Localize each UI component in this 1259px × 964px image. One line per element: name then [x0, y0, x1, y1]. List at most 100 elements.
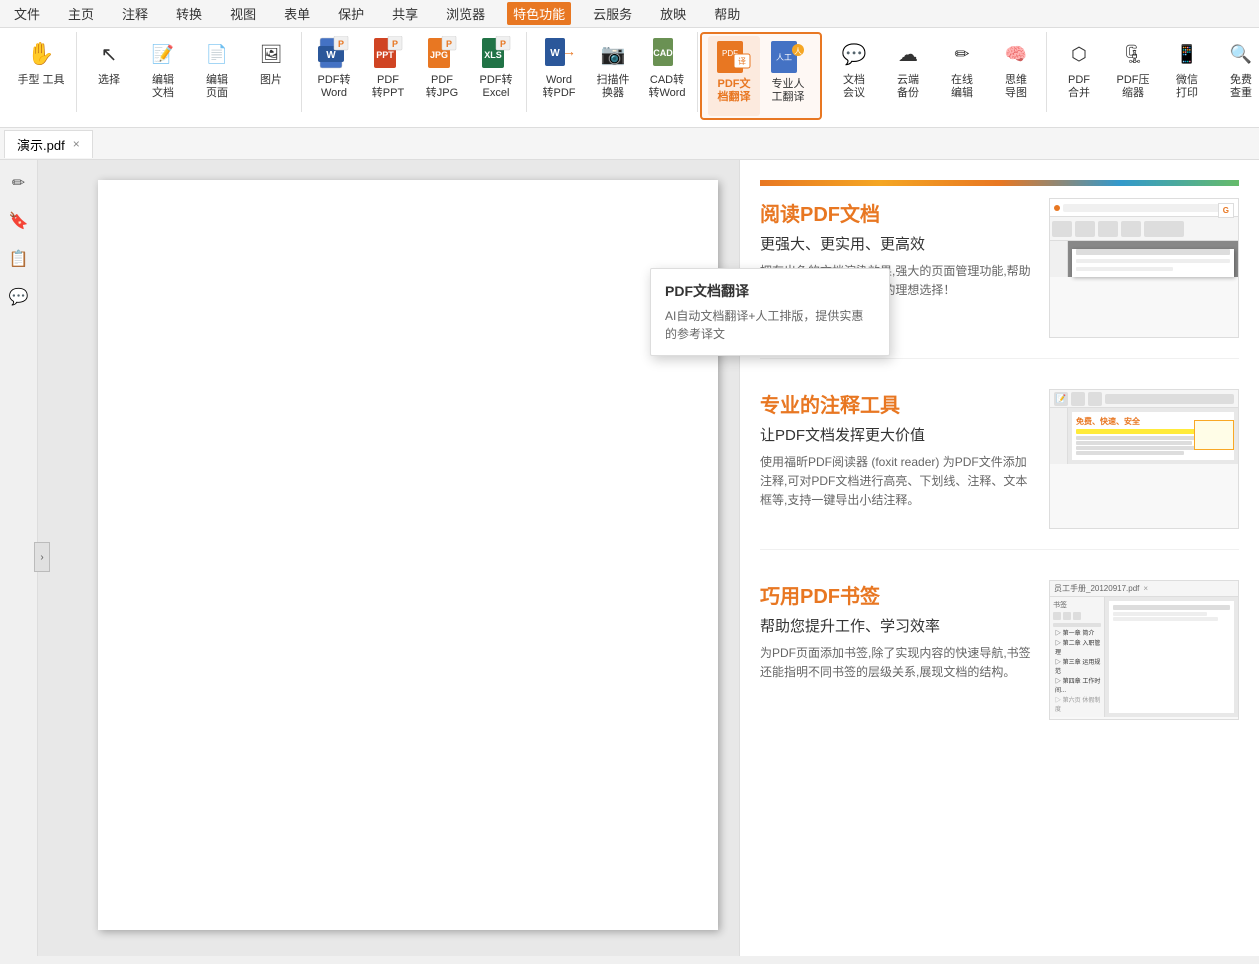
- pdf-to-jpg-label: PDF转JPG: [426, 74, 458, 100]
- main-area: ✏ 🔖 📋 💬 › 阅读PDF文档 更强大、更实用、更高效 拥有出色的文档渲染效…: [0, 160, 1259, 956]
- svg-text:W: W: [550, 48, 560, 59]
- wechat-print-button[interactable]: 📱 微信打印: [1161, 32, 1213, 112]
- svg-text:P: P: [446, 39, 452, 49]
- pdf-merge-icon: ⬡: [1061, 36, 1097, 72]
- tooltip-title: PDF文档翻译: [665, 281, 875, 301]
- menu-home[interactable]: 主页: [62, 2, 100, 25]
- menu-file[interactable]: 文件: [8, 2, 46, 25]
- menu-play[interactable]: 放映: [654, 2, 692, 25]
- pdf-page: [98, 180, 718, 930]
- mindmap-button[interactable]: 🧠 思维导图: [990, 32, 1042, 112]
- pdf-to-jpg-icon: JPG P: [424, 36, 460, 72]
- select-label: 选择: [98, 74, 120, 87]
- wechat-print-icon: 📱: [1169, 36, 1205, 72]
- online-edit-button[interactable]: ✏ 在线编辑: [936, 32, 988, 112]
- pdf-to-excel-button[interactable]: XLS P PDF转Excel: [470, 32, 522, 112]
- svg-text:人: 人: [794, 47, 802, 56]
- pdf-tab[interactable]: 演示.pdf ×: [4, 130, 93, 158]
- section-bookmark-text: 巧用PDF书签 帮助您提升工作、学习效率 为PDF页面添加书签,除了实现内容的快…: [760, 580, 1033, 682]
- section-annotation: 专业的注释工具 让PDF文档发挥更大价值 使用福昕PDF阅读器 (foxit r…: [760, 389, 1239, 550]
- svg-text:译: 译: [738, 57, 746, 66]
- edit-doc-label: 编辑文档: [152, 74, 174, 100]
- pdf-to-word-button[interactable]: W P PDF转Word: [308, 32, 360, 112]
- pdf-compress-button[interactable]: 🗜 PDF压缩器: [1107, 32, 1159, 112]
- free-check-button[interactable]: 🔍 免费查重: [1215, 32, 1259, 112]
- svg-text:W: W: [326, 50, 336, 61]
- section-read-subtitle: 更强大、更实用、更高效: [760, 233, 1033, 254]
- svg-text:P: P: [500, 39, 506, 49]
- menu-special[interactable]: 特色功能: [507, 2, 571, 25]
- section-annotation-text: 专业的注释工具 让PDF文档发挥更大价值 使用福昕PDF阅读器 (foxit r…: [760, 389, 1033, 511]
- ribbon-group-to-pdf: W → Word转PDF 📷 扫描件换器 CAD CAD转转Word: [529, 32, 698, 112]
- pdf-translate-button[interactable]: PDF 译 PDF文档翻译: [708, 36, 760, 116]
- section-read-title: 阅读PDF文档: [760, 198, 1033, 227]
- pdf-to-excel-label: PDF转Excel: [480, 74, 513, 100]
- scan-icon: 📷: [595, 36, 631, 72]
- hand-tool-label: 手型 工具: [17, 74, 64, 87]
- scan-button[interactable]: 📷 扫描件换器: [587, 32, 639, 112]
- free-check-icon: 🔍: [1223, 36, 1259, 72]
- doc-meeting-icon: 💬: [836, 36, 872, 72]
- wechat-print-label: 微信打印: [1176, 74, 1198, 100]
- hand-tool-button[interactable]: ✋ 手型 工具: [10, 32, 72, 112]
- menu-share[interactable]: 共享: [386, 2, 424, 25]
- sidebar-edit-icon[interactable]: ✏: [4, 168, 34, 198]
- cad-to-word-button[interactable]: CAD CAD转转Word: [641, 32, 693, 112]
- human-translate-button[interactable]: 人工 人 专业人工翻译: [762, 36, 814, 116]
- picture-button[interactable]: 🖼 图片: [245, 32, 297, 112]
- edit-page-button[interactable]: 📄 编辑页面: [191, 32, 243, 112]
- pdf-merge-label: PDF合并: [1068, 74, 1090, 100]
- section-annotation-subtitle: 让PDF文档发挥更大价值: [760, 424, 1033, 445]
- svg-text:人工: 人工: [776, 53, 792, 62]
- menu-protect[interactable]: 保护: [332, 2, 370, 25]
- edit-doc-button[interactable]: 📝 编辑文档: [137, 32, 189, 112]
- pdf-to-ppt-button[interactable]: PPT P PDF转PPT: [362, 32, 414, 112]
- menu-form[interactable]: 表单: [278, 2, 316, 25]
- ribbon-group-edit: ↖ 选择 📝 编辑文档 📄 编辑页面 🖼 图片: [79, 32, 302, 112]
- pdf-merge-button[interactable]: ⬡ PDF合并: [1053, 32, 1105, 112]
- human-translate-label: 专业人工翻译: [772, 78, 805, 104]
- menu-comment[interactable]: 注释: [116, 2, 154, 25]
- sidebar-bookmark-icon[interactable]: 🔖: [4, 206, 34, 236]
- cloud-backup-button[interactable]: ☁ 云端备份: [882, 32, 934, 112]
- sidebar-comment-icon[interactable]: 💬: [4, 282, 34, 312]
- menu-convert[interactable]: 转换: [170, 2, 208, 25]
- hand-icon: ✋: [23, 36, 59, 72]
- sidebar-pages-icon[interactable]: 📋: [4, 244, 34, 274]
- section-annotation-title: 专业的注释工具: [760, 389, 1033, 418]
- word-to-pdf-button[interactable]: W → Word转PDF: [533, 32, 585, 112]
- section-bookmark-title: 巧用PDF书签: [760, 580, 1033, 609]
- ribbon-toolbar: ✋ 手型 工具 ↖ 选择 📝 编辑文档 📄 编辑页面 🖼 图片: [0, 28, 1259, 128]
- ribbon-group-hand: ✋ 手型 工具: [6, 32, 77, 112]
- online-edit-icon: ✏: [944, 36, 980, 72]
- select-button[interactable]: ↖ 选择: [83, 32, 135, 112]
- pdf-to-ppt-label: PDF转PPT: [372, 74, 404, 100]
- tab-close-button[interactable]: ×: [73, 137, 80, 151]
- pdf-compress-icon: 🗜: [1115, 36, 1151, 72]
- svg-text:XLS: XLS: [484, 50, 502, 60]
- section-annotation-image: 📝 免费、快速、安全: [1049, 389, 1239, 529]
- picture-label: 图片: [260, 74, 282, 87]
- svg-text:PPT: PPT: [376, 50, 394, 60]
- doc-meeting-button[interactable]: 💬 文档会议: [828, 32, 880, 112]
- mindmap-icon: 🧠: [998, 36, 1034, 72]
- ribbon-group-tools: ⬡ PDF合并 🗜 PDF压缩器 📱 微信打印 🔍 免费查重: [1049, 32, 1259, 112]
- menu-browser[interactable]: 浏览器: [440, 2, 491, 25]
- cad-icon: CAD: [649, 36, 685, 72]
- menu-view[interactable]: 视图: [224, 2, 262, 25]
- edit-page-label: 编辑页面: [206, 74, 228, 100]
- collapse-button[interactable]: ›: [34, 542, 50, 572]
- section-annotation-content: 专业的注释工具 让PDF文档发挥更大价值 使用福昕PDF阅读器 (foxit r…: [760, 389, 1239, 529]
- ribbon-group-pdf-convert: W P PDF转Word PPT P PDF转PPT: [304, 32, 527, 112]
- section-bookmark-desc: 为PDF页面添加书签,除了实现内容的快速导航,书签还能指明不同书签的层级关系,展…: [760, 644, 1033, 682]
- mindmap-label: 思维导图: [1005, 74, 1027, 100]
- pdf-to-jpg-button[interactable]: JPG P PDF转JPG: [416, 32, 468, 112]
- menu-help[interactable]: 帮助: [708, 2, 746, 25]
- section-bookmark-subtitle: 帮助您提升工作、学习效率: [760, 615, 1033, 636]
- section-bookmark-image: 员工手册_20120917.pdf × 书签: [1049, 580, 1239, 720]
- pdf-translate-icon: PDF 译: [716, 40, 752, 76]
- ribbon-group-cloud: 💬 文档会议 ☁ 云端备份 ✏ 在线编辑 🧠 思维导图: [824, 32, 1047, 112]
- menu-cloud[interactable]: 云服务: [587, 2, 638, 25]
- accent-bar: [760, 180, 1239, 186]
- free-check-label: 免费查重: [1230, 74, 1252, 100]
